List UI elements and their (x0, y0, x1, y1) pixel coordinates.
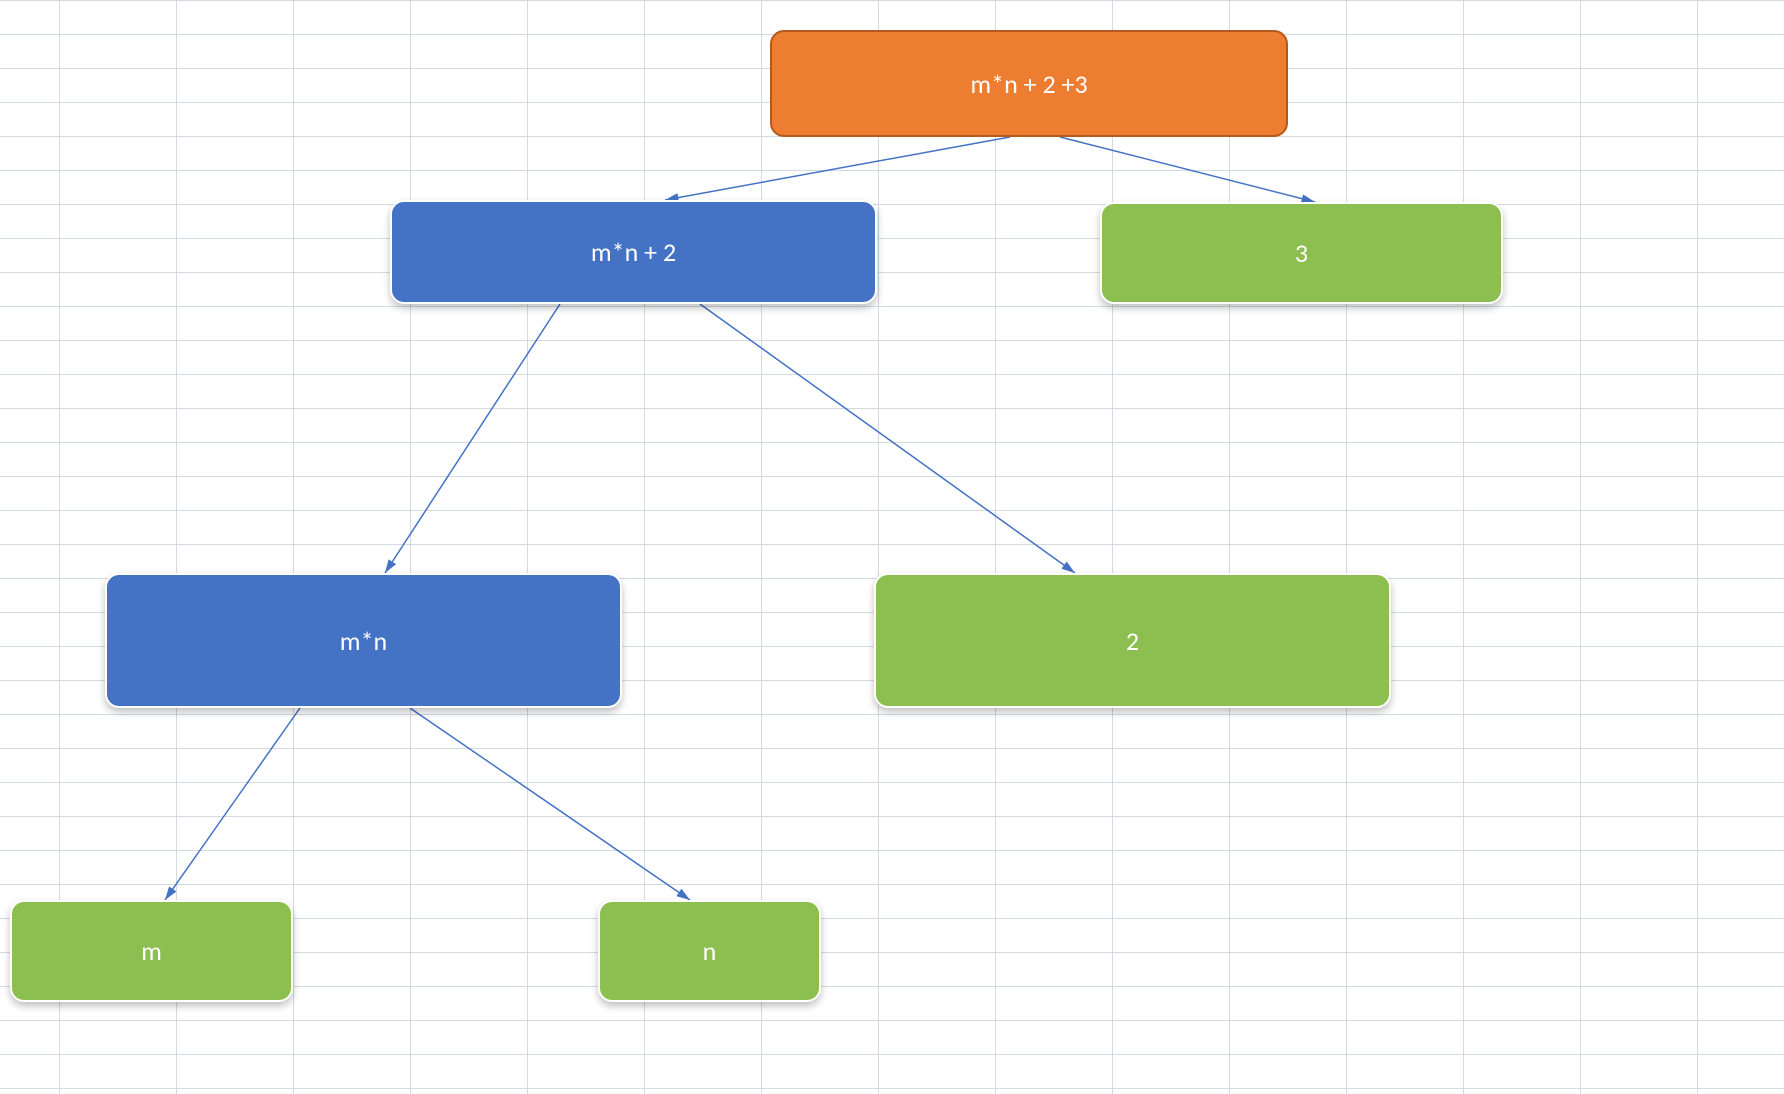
node-two-label: 2 (1126, 625, 1139, 657)
node-n[interactable]: n (598, 900, 821, 1002)
node-three[interactable]: 3 (1100, 202, 1503, 304)
node-n-label: n (703, 935, 717, 967)
node-mn2-label: m*n + 2 (591, 236, 676, 268)
node-mn[interactable]: m*n (105, 573, 622, 708)
node-m-label: m (141, 935, 162, 967)
node-three-label: 3 (1295, 237, 1308, 269)
diagram-canvas: m*n + 2 +3 m*n + 2 3 m*n 2 m n (0, 0, 1784, 1094)
node-root[interactable]: m*n + 2 +3 (770, 30, 1288, 137)
node-m[interactable]: m (10, 900, 293, 1002)
node-mn2[interactable]: m*n + 2 (390, 200, 877, 304)
node-root-label: m*n + 2 +3 (970, 68, 1087, 100)
node-two[interactable]: 2 (874, 573, 1391, 708)
node-mn-label: m*n (340, 625, 387, 657)
